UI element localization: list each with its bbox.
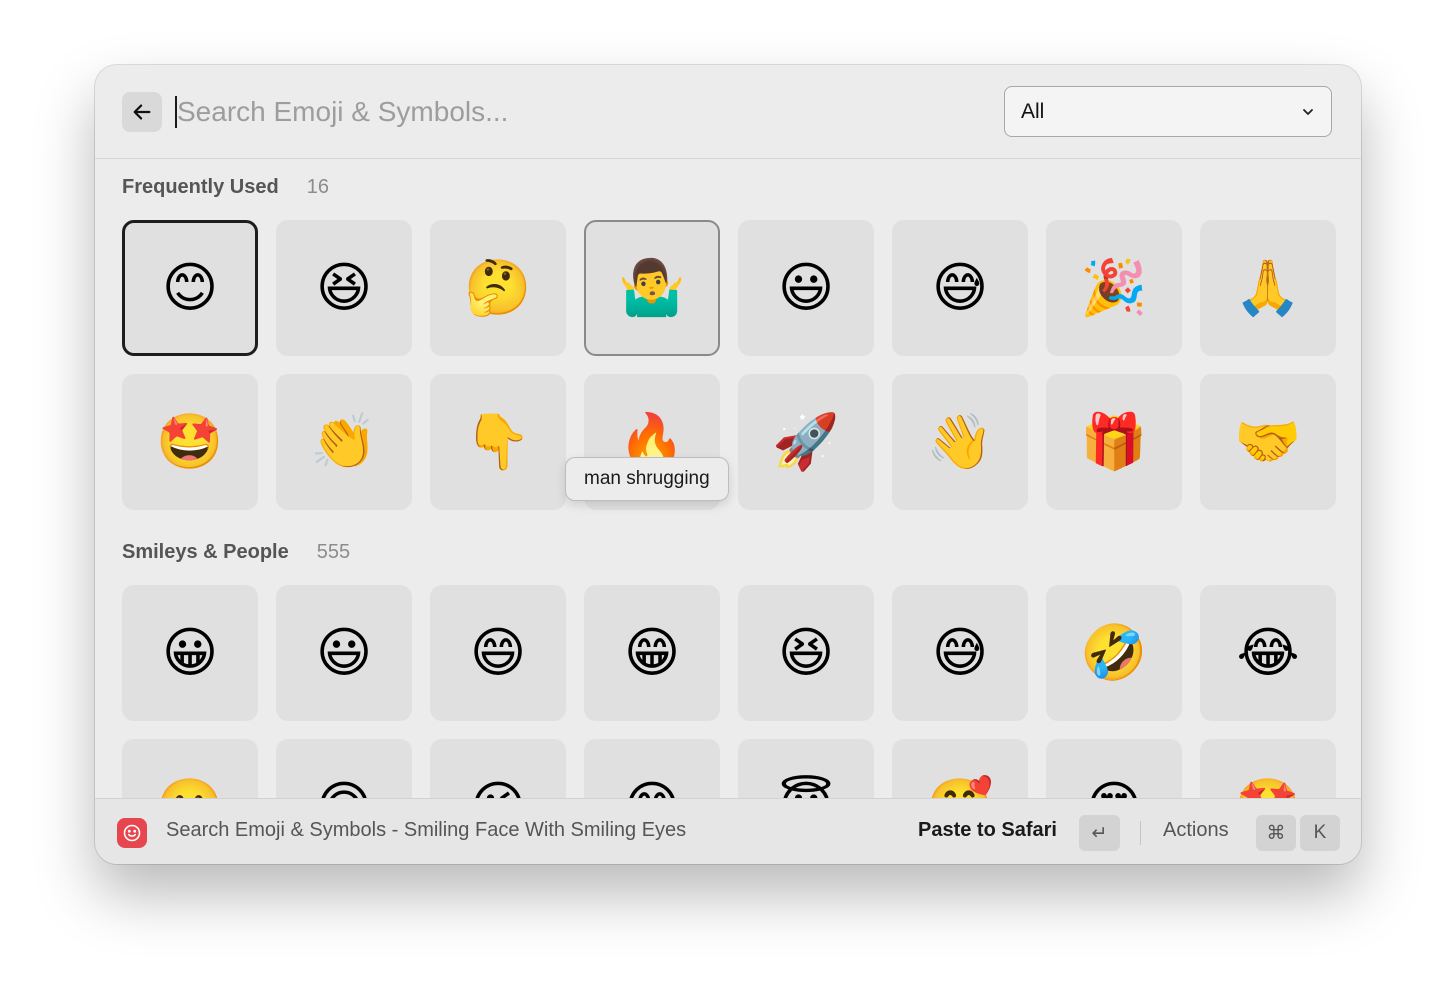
emoji-cell[interactable]: 🚀 xyxy=(738,374,874,510)
emoji-glyph: 😆 xyxy=(315,256,373,319)
emoji-glyph: 😅 xyxy=(931,256,989,319)
emoji-cell[interactable]: 😂 xyxy=(1200,585,1336,721)
emoji-glyph: 😆 xyxy=(777,621,835,684)
emoji-glyph: 🤷‍♂️ xyxy=(618,256,686,319)
emoji-cell[interactable]: 😁 xyxy=(584,585,720,721)
emoji-glyph: 👏 xyxy=(310,410,378,473)
emoji-list[interactable]: Frequently Used 16 😊 😆 🤔 🤷‍♂️ 😃 😅 🎉 🙏 🤩 👏… xyxy=(95,159,1361,799)
emoji-cell[interactable]: 👋 xyxy=(892,374,1028,510)
emoji-glyph: 😊 xyxy=(624,780,680,800)
emoji-cell[interactable]: 😃 xyxy=(276,585,412,721)
emoji-cell[interactable]: 😇 xyxy=(738,739,874,799)
emoji-cell[interactable]: 😊 xyxy=(122,220,258,356)
text-cursor xyxy=(175,96,177,128)
chevron-down-icon xyxy=(1303,108,1313,115)
emoji-cell[interactable]: 🤩 xyxy=(122,374,258,510)
command-key-hint: ⌘ xyxy=(1256,815,1296,851)
emoji-cell[interactable]: 😍 xyxy=(1046,739,1182,799)
emoji-glyph: 😄 xyxy=(469,621,527,684)
emoji-glyph: 🙏 xyxy=(1234,256,1302,319)
emoji-cell[interactable]: 😅 xyxy=(892,220,1028,356)
smiley-icon xyxy=(123,824,141,842)
emoji-cell[interactable]: 😄 xyxy=(430,585,566,721)
emoji-glyph: 🤣 xyxy=(1080,621,1148,684)
category-filter-value: All xyxy=(1021,99,1045,123)
back-button[interactable] xyxy=(122,92,162,132)
emoji-glyph: 😁 xyxy=(623,621,681,684)
emoji-glyph: 🙂 xyxy=(156,780,223,800)
emoji-glyph: 😃 xyxy=(315,621,373,684)
emoji-glyph: 😇 xyxy=(778,780,834,800)
emoji-glyph: 👋 xyxy=(926,410,994,473)
command-title: Search Emoji & Symbols - Smiling Face Wi… xyxy=(166,819,687,841)
emoji-glyph: 👇 xyxy=(464,410,532,473)
emoji-cell[interactable]: 🤩 xyxy=(1200,739,1336,799)
section-header-frequently-used: Frequently Used 16 xyxy=(122,176,329,199)
emoji-glyph: 😉 xyxy=(470,780,526,800)
arrow-left-icon xyxy=(133,104,151,120)
emoji-cell[interactable]: 👇 xyxy=(430,374,566,510)
enter-key-hint: ↵ xyxy=(1079,815,1120,851)
emoji-glyph: 🤝 xyxy=(1234,410,1302,473)
k-key-hint: K xyxy=(1300,815,1340,851)
emoji-cell[interactable]: 🤷‍♂️ xyxy=(584,220,720,356)
section-header-smileys-people: Smileys & People 555 xyxy=(122,541,350,564)
emoji-cell[interactable]: 😆 xyxy=(738,585,874,721)
emoji-glyph: 🤔 xyxy=(464,256,532,319)
emoji-glyph: 🤩 xyxy=(1234,780,1301,800)
emoji-cell[interactable]: 👏 xyxy=(276,374,412,510)
section-title: Frequently Used xyxy=(122,176,279,198)
emoji-cell[interactable]: 😅 xyxy=(892,585,1028,721)
action-bar: Search Emoji & Symbols - Smiling Face Wi… xyxy=(95,798,1361,864)
emoji-cell[interactable]: 🎁 xyxy=(1046,374,1182,510)
emoji-grid-smileys-people: 😀 😃 😄 😁 😆 😅 🤣 😂 🙂 🙃 😉 😊 😇 🥰 😍 🤩 xyxy=(122,585,1336,799)
emoji-app-icon xyxy=(117,818,147,848)
emoji-cell[interactable]: 😉 xyxy=(430,739,566,799)
emoji-glyph: 🎉 xyxy=(1080,256,1148,319)
paste-to-safari-button[interactable]: Paste to Safari xyxy=(918,819,1057,842)
emoji-name-tooltip: man shrugging xyxy=(565,457,729,501)
emoji-cell[interactable]: 😆 xyxy=(276,220,412,356)
emoji-glyph: 🙃 xyxy=(316,780,372,800)
emoji-cell[interactable]: 🙃 xyxy=(276,739,412,799)
search-input[interactable] xyxy=(173,91,897,133)
section-count: 555 xyxy=(316,541,351,563)
section-count: 16 xyxy=(306,176,329,198)
emoji-glyph: 🤩 xyxy=(156,410,224,473)
emoji-glyph: 🚀 xyxy=(772,410,840,473)
footer-separator xyxy=(1140,821,1141,845)
emoji-cell[interactable]: 🥰 xyxy=(892,739,1028,799)
section-title: Smileys & People xyxy=(122,541,289,563)
emoji-glyph: 😃 xyxy=(777,256,835,319)
emoji-cell[interactable]: 😊 xyxy=(584,739,720,799)
emoji-glyph: 😀 xyxy=(161,621,219,684)
emoji-glyph: 🎁 xyxy=(1080,410,1148,473)
emoji-cell[interactable]: 😃 xyxy=(738,220,874,356)
emoji-cell[interactable]: 🙏 xyxy=(1200,220,1336,356)
emoji-cell[interactable]: 🙂 xyxy=(122,739,258,799)
emoji-cell[interactable]: 🎉 xyxy=(1046,220,1182,356)
emoji-glyph: 😅 xyxy=(931,621,989,684)
actions-button[interactable]: Actions xyxy=(1163,819,1229,842)
emoji-cell[interactable]: 🤣 xyxy=(1046,585,1182,721)
category-filter-dropdown[interactable]: All xyxy=(1004,86,1332,137)
emoji-glyph: 😂 xyxy=(1236,621,1300,684)
emoji-cell[interactable]: 🤔 xyxy=(430,220,566,356)
emoji-glyph: 🥰 xyxy=(926,780,993,800)
emoji-glyph: 😍 xyxy=(1086,780,1142,800)
emoji-glyph: 😊 xyxy=(161,256,219,319)
emoji-picker-window: All Frequently Used 16 😊 😆 🤔 🤷‍♂️ 😃 😅 🎉 🙏… xyxy=(95,65,1361,864)
emoji-cell[interactable]: 😀 xyxy=(122,585,258,721)
emoji-cell[interactable]: 🤝 xyxy=(1200,374,1336,510)
search-bar: All xyxy=(95,65,1361,159)
